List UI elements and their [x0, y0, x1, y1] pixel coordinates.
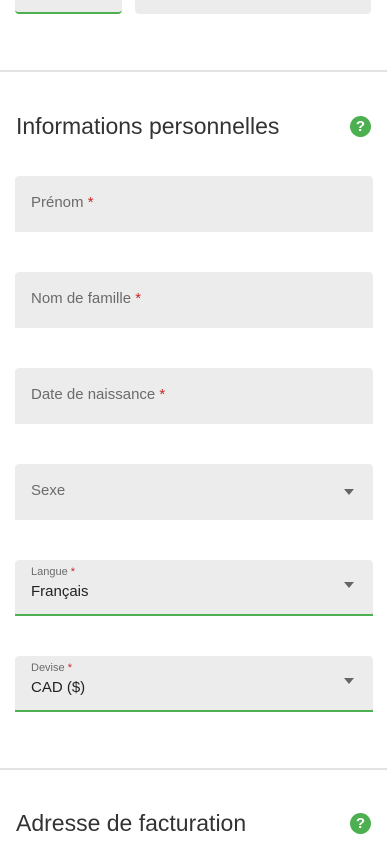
required-marker: *: [159, 386, 166, 403]
gender-label: Sexe: [31, 482, 66, 499]
last-name-placeholder: Nom de famille *: [31, 290, 141, 307]
dropdown-arrow-icon: [344, 678, 354, 684]
birth-date-placeholder: Date de naissance *: [31, 386, 165, 403]
gender-select[interactable]: Sexe: [15, 464, 373, 520]
dropdown-arrow-icon: [344, 582, 354, 588]
previous-field-right[interactable]: [135, 0, 371, 14]
last-name-label: Nom de famille: [31, 290, 132, 307]
personal-info-title: Informations personnelles: [16, 113, 280, 139]
currency-label: Devise *: [31, 662, 72, 674]
required-marker: *: [67, 662, 72, 674]
birth-date-label: Date de naissance: [31, 386, 156, 403]
currency-value: CAD ($): [31, 679, 86, 696]
dropdown-arrow-icon: [344, 489, 354, 495]
language-label: Langue *: [31, 566, 75, 578]
language-label-text: Langue: [31, 566, 68, 578]
required-marker: *: [135, 290, 142, 307]
section-divider: [0, 70, 387, 72]
language-value: Français: [31, 583, 89, 600]
personal-info-help-icon[interactable]: ?: [350, 116, 371, 137]
required-marker: *: [87, 194, 94, 211]
currency-select[interactable]: Devise * CAD ($): [15, 656, 373, 712]
last-name-field[interactable]: Nom de famille *: [15, 272, 373, 328]
required-marker: *: [70, 566, 76, 578]
first-name-placeholder: Prénom *: [31, 194, 94, 211]
billing-address-title: Adresse de facturation: [16, 810, 247, 836]
first-name-label: Prénom: [31, 194, 84, 211]
birth-date-field[interactable]: Date de naissance *: [15, 368, 373, 424]
previous-field-left[interactable]: [15, 0, 122, 14]
billing-address-help-icon[interactable]: ?: [350, 813, 371, 834]
currency-label-text: Devise: [31, 662, 65, 674]
page: Informations personnelles ? Prénom * Nom…: [0, 0, 387, 843]
language-select[interactable]: Langue * Français: [15, 560, 373, 616]
section-divider: [0, 768, 387, 770]
first-name-field[interactable]: Prénom *: [15, 176, 373, 232]
